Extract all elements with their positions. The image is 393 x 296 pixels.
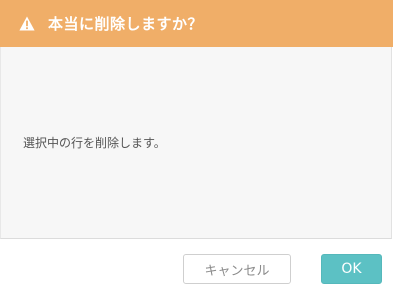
warning-triangle-icon bbox=[19, 16, 35, 31]
cancel-button[interactable]: キャンセル bbox=[183, 254, 291, 284]
dialog-header: 本当に削除しますか？ bbox=[0, 0, 393, 47]
dialog-footer: キャンセル OK bbox=[0, 239, 393, 296]
confirm-delete-dialog: 本当に削除しますか？ 選択中の行を削除します。 キャンセル OK bbox=[0, 0, 393, 296]
dialog-body: 選択中の行を削除します。 bbox=[0, 47, 392, 239]
dialog-message: 選択中の行を削除します。 bbox=[23, 136, 166, 150]
ok-button[interactable]: OK bbox=[321, 254, 382, 284]
dialog-title: 本当に削除しますか？ bbox=[48, 15, 204, 33]
